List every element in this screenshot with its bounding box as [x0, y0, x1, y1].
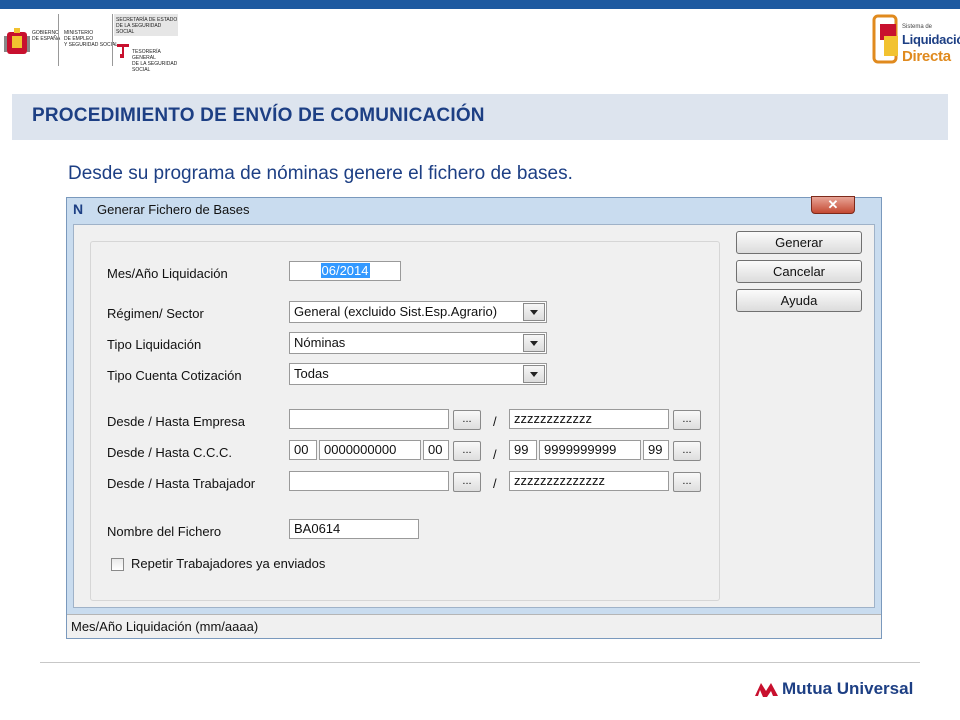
ccc-hasta-dc-input[interactable]: 99	[643, 440, 669, 460]
mutua-universal-logo: Mutua Universal	[754, 677, 934, 703]
mes-ano-input[interactable]: 06/2014	[289, 261, 401, 281]
ministerio-text: MINISTERIO DE EMPLEO Y SEGURIDAD SOCIAL	[64, 30, 119, 48]
tipo-cuenta-value: Todas	[294, 366, 329, 381]
footer-divider	[40, 662, 920, 663]
intro-text: Desde su programa de nóminas genere el f…	[68, 163, 573, 184]
gobierno-text: GOBIERNO DE ESPAÑA	[32, 30, 61, 42]
trabajador-label: Desde / Hasta Trabajador	[107, 476, 256, 491]
tipo-liquidacion-label: Tipo Liquidación	[107, 337, 202, 352]
generar-fichero-dialog: N Generar Fichero de Bases ✕ Mes/Año Liq…	[66, 196, 882, 639]
dialog-client-area: Mes/Año Liquidación 06/2014 Régimen/ Sec…	[73, 224, 875, 608]
tesoreria-icon	[117, 44, 129, 58]
status-text: Mes/Año Liquidación (mm/aaaa)	[71, 619, 259, 634]
ccc-hasta-numero-input[interactable]: 9999999999	[539, 440, 641, 460]
ccc-hasta-regimen-input[interactable]: 99	[509, 440, 537, 460]
chevron-down-icon[interactable]	[523, 334, 545, 352]
liquidacion-directa-icon	[872, 14, 898, 64]
page-title: PROCEDIMIENTO DE ENVÍO DE COMUNICACIÓN	[32, 105, 485, 126]
close-button[interactable]: ✕	[811, 196, 855, 214]
chevron-down-icon[interactable]	[523, 365, 545, 383]
top-accent-bar	[0, 0, 960, 9]
empresa-hasta-input[interactable]: zzzzzzzzzzzz	[509, 409, 669, 429]
empresa-desde-browse-button[interactable]: ...	[453, 410, 481, 430]
secretaria-text: SECRETARÍA DE ESTADO DE LA SEGURIDAD SOC…	[116, 17, 178, 35]
mes-ano-value: 06/2014	[320, 263, 370, 278]
regimen-value: General (excluido Sist.Esp.Agrario)	[294, 304, 498, 319]
trabajador-hasta-browse-button[interactable]: ...	[673, 472, 701, 492]
separator-slash: /	[493, 414, 497, 429]
empresa-label: Desde / Hasta Empresa	[107, 414, 246, 429]
form-group: Mes/Año Liquidación 06/2014 Régimen/ Sec…	[90, 241, 720, 601]
sistema-text: Sistema de	[902, 24, 933, 30]
tipo-cuenta-label: Tipo Cuenta Cotización	[107, 368, 242, 383]
tipo-liquidacion-select[interactable]: Nóminas	[289, 332, 547, 354]
mutua-logo-icon	[755, 683, 778, 697]
liquidacion-directa-logo: Sistema de Liquidación Directa	[866, 12, 960, 70]
status-bar: Mes/Año Liquidación (mm/aaaa)	[67, 614, 881, 638]
tesoreria-text: TESORERÍA GENERAL DE LA SEGURIDAD SOCIAL	[132, 49, 178, 73]
window-titlebar[interactable]: N Generar Fichero de Bases ✕	[67, 196, 881, 222]
nombre-fichero-label: Nombre del Fichero	[107, 524, 222, 539]
regimen-select[interactable]: General (excluido Sist.Esp.Agrario)	[289, 301, 547, 323]
tipo-liquidacion-value: Nóminas	[294, 335, 346, 350]
empresa-desde-input[interactable]	[289, 409, 449, 429]
ccc-label: Desde / Hasta C.C.C.	[107, 445, 232, 460]
coat-of-arms-icon	[4, 28, 30, 54]
window-title: Generar Fichero de Bases	[97, 202, 250, 217]
ccc-desde-numero-input[interactable]: 0000000000	[319, 440, 421, 460]
section-header: PROCEDIMIENTO DE ENVÍO DE COMUNICACIÓN	[12, 94, 948, 140]
liquidacion-text: Liquidación	[902, 32, 960, 47]
separator-slash: /	[493, 447, 497, 462]
ccc-desde-regimen-input[interactable]: 00	[289, 440, 317, 460]
ayuda-button[interactable]: Ayuda	[736, 289, 862, 312]
tipo-cuenta-select[interactable]: Todas	[289, 363, 547, 385]
separator-slash: /	[493, 476, 497, 491]
repetir-label: Repetir Trabajadores ya enviados	[131, 556, 326, 571]
nombre-fichero-input[interactable]: BA0614	[289, 519, 419, 539]
mes-ano-label: Mes/Año Liquidación	[107, 266, 228, 281]
logo-divider	[112, 14, 113, 66]
app-icon: N	[73, 201, 84, 217]
ccc-desde-browse-button[interactable]: ...	[453, 441, 481, 461]
directa-text: Directa	[902, 48, 951, 65]
repetir-checkbox[interactable]	[111, 558, 124, 571]
empresa-hasta-browse-button[interactable]: ...	[673, 410, 701, 430]
trabajador-desde-browse-button[interactable]: ...	[453, 472, 481, 492]
government-logo: GOBIERNO DE ESPAÑA MINISTERIO DE EMPLEO …	[0, 12, 180, 73]
ccc-desde-dc-input[interactable]: 00	[423, 440, 449, 460]
cancelar-button[interactable]: Cancelar	[736, 260, 862, 283]
ccc-hasta-browse-button[interactable]: ...	[673, 441, 701, 461]
mutua-text: Mutua Universal	[782, 679, 914, 698]
trabajador-desde-input[interactable]	[289, 471, 449, 491]
regimen-label: Régimen/ Sector	[107, 306, 204, 321]
chevron-down-icon[interactable]	[523, 303, 545, 321]
generar-button[interactable]: Generar	[736, 231, 862, 254]
logo-divider	[58, 14, 59, 66]
trabajador-hasta-input[interactable]: zzzzzzzzzzzzzz	[509, 471, 669, 491]
